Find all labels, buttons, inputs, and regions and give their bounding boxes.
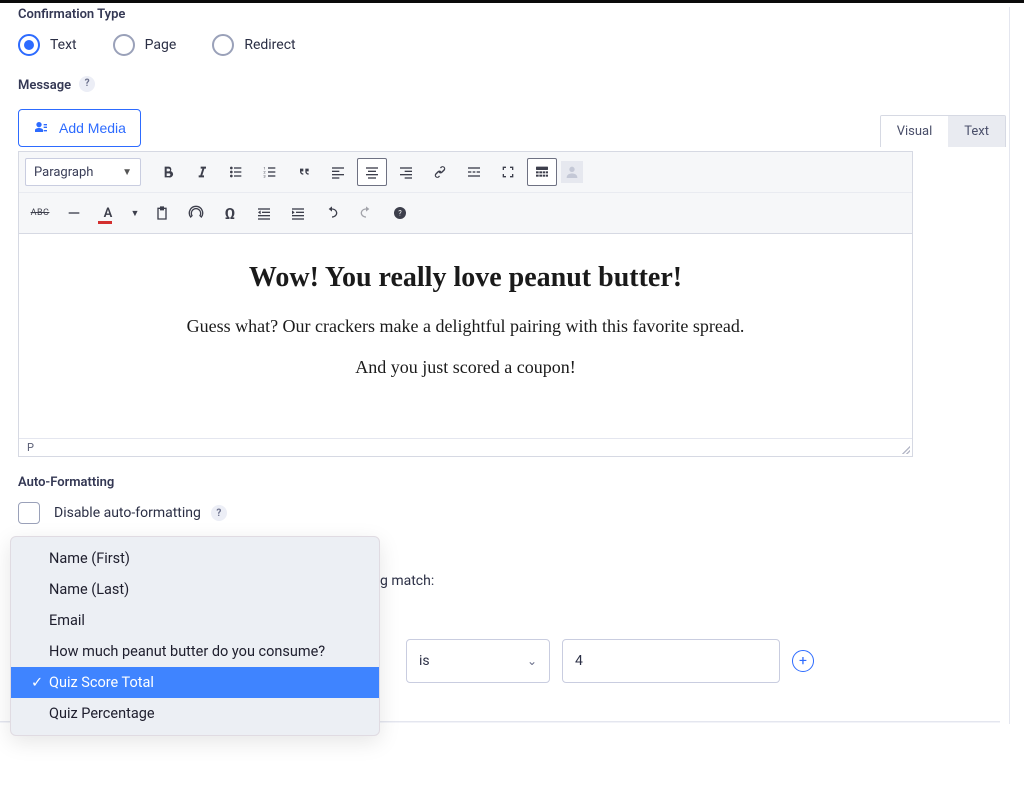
message-line-2: And you just scored a coupon!	[39, 357, 892, 378]
operator-select[interactable]: is ⌄	[406, 639, 550, 683]
link-button[interactable]	[425, 158, 455, 186]
tab-visual[interactable]: Visual	[881, 116, 949, 147]
svg-text:3: 3	[263, 173, 265, 178]
field-select-dropdown[interactable]: Name (First) Name (Last) Email How much …	[10, 536, 380, 736]
format-selector[interactable]: Paragraph ▼	[25, 158, 141, 186]
text-color-a: A	[104, 206, 113, 221]
plus-icon: +	[799, 654, 807, 668]
radio-label: Redirect	[244, 37, 295, 53]
svg-text:?: ?	[398, 209, 402, 218]
resize-handle[interactable]	[900, 444, 910, 454]
message-line-1: Guess what? Our crackers make a delightf…	[39, 316, 892, 337]
media-icon	[33, 120, 49, 136]
radio-icon	[18, 34, 40, 56]
message-heading: Wow! You really love peanut butter!	[39, 262, 892, 294]
clear-formatting-button[interactable]	[181, 199, 211, 227]
editor-path-bar[interactable]: P	[19, 438, 912, 456]
add-media-label: Add Media	[59, 120, 126, 136]
confirmation-type-redirect[interactable]: Redirect	[212, 34, 295, 56]
chevron-down-icon: ⌄	[527, 654, 537, 668]
dropdown-option[interactable]: How much peanut butter do you consume?	[11, 636, 379, 667]
auto-formatting-label: Auto-Formatting	[18, 475, 1006, 490]
panel-right-edge	[1009, 7, 1010, 724]
condition-value: 4	[575, 653, 583, 669]
radio-label: Text	[50, 37, 77, 53]
indent-button[interactable]	[283, 199, 313, 227]
radio-icon	[113, 34, 135, 56]
numbered-list-button[interactable]: 123	[255, 158, 285, 186]
bold-button[interactable]	[153, 158, 183, 186]
editor-tabs: Visual Text	[880, 115, 1006, 147]
tab-text[interactable]: Text	[948, 116, 1005, 147]
align-left-button[interactable]	[323, 158, 353, 186]
editor-content-area[interactable]: Wow! You really love peanut butter! Gues…	[18, 234, 913, 457]
condition-value-input[interactable]: 4	[562, 639, 780, 683]
dropdown-option[interactable]: Quiz Percentage	[11, 698, 379, 729]
add-condition-button[interactable]: +	[792, 650, 814, 672]
align-right-button[interactable]	[391, 158, 421, 186]
read-more-button[interactable]	[459, 158, 489, 186]
confirmation-type-radio-group: Text Page Redirect	[18, 34, 1006, 56]
dropdown-option[interactable]: Email	[11, 605, 379, 636]
confirmation-type-label: Confirmation Type	[18, 7, 1006, 22]
add-media-button[interactable]: Add Media	[18, 109, 141, 147]
outdent-button[interactable]	[249, 199, 279, 227]
editor-toolbar: Paragraph ▼ 123	[18, 151, 913, 234]
toolbar-toggle-button[interactable]	[527, 158, 557, 186]
horizontal-rule-button[interactable]	[59, 199, 89, 227]
blockquote-button[interactable]	[289, 158, 319, 186]
confirmation-type-text[interactable]: Text	[18, 34, 77, 56]
fullscreen-button[interactable]	[493, 158, 523, 186]
bulleted-list-button[interactable]	[221, 158, 251, 186]
format-selector-label: Paragraph	[34, 165, 93, 180]
help-icon[interactable]: ?	[79, 76, 95, 92]
align-center-button[interactable]	[357, 158, 387, 186]
help-button[interactable]: ?	[385, 199, 415, 227]
disable-autoformat-checkbox[interactable]	[18, 502, 40, 524]
message-label: Message	[18, 78, 71, 93]
paste-text-button[interactable]	[147, 199, 177, 227]
disable-autoformat-label: Disable auto-formatting	[54, 505, 201, 521]
strikethrough-button[interactable]: ABC	[25, 199, 55, 227]
dropdown-option[interactable]: Name (Last)	[11, 574, 379, 605]
redo-button[interactable]	[351, 199, 381, 227]
confirmation-type-page[interactable]: Page	[113, 34, 177, 56]
text-color-dropdown[interactable]: ▼	[127, 199, 143, 227]
italic-button[interactable]	[187, 158, 217, 186]
operator-value: is	[419, 653, 430, 669]
conditional-text-fragment: g match:	[380, 573, 434, 589]
chevron-down-icon: ▼	[122, 167, 132, 178]
undo-button[interactable]	[317, 199, 347, 227]
window-top-border	[0, 0, 1024, 3]
radio-icon	[212, 34, 234, 56]
text-color-button[interactable]: A	[93, 199, 123, 227]
check-icon: ✓	[31, 674, 43, 691]
dropdown-option-selected[interactable]: ✓Quiz Score Total	[11, 667, 379, 698]
radio-label: Page	[145, 37, 177, 53]
text-color-swatch	[98, 221, 112, 224]
user-avatar-icon	[561, 161, 583, 183]
special-character-button[interactable]: Ω	[215, 199, 245, 227]
help-icon[interactable]: ?	[211, 505, 227, 521]
dropdown-option[interactable]: Name (First)	[11, 543, 379, 574]
